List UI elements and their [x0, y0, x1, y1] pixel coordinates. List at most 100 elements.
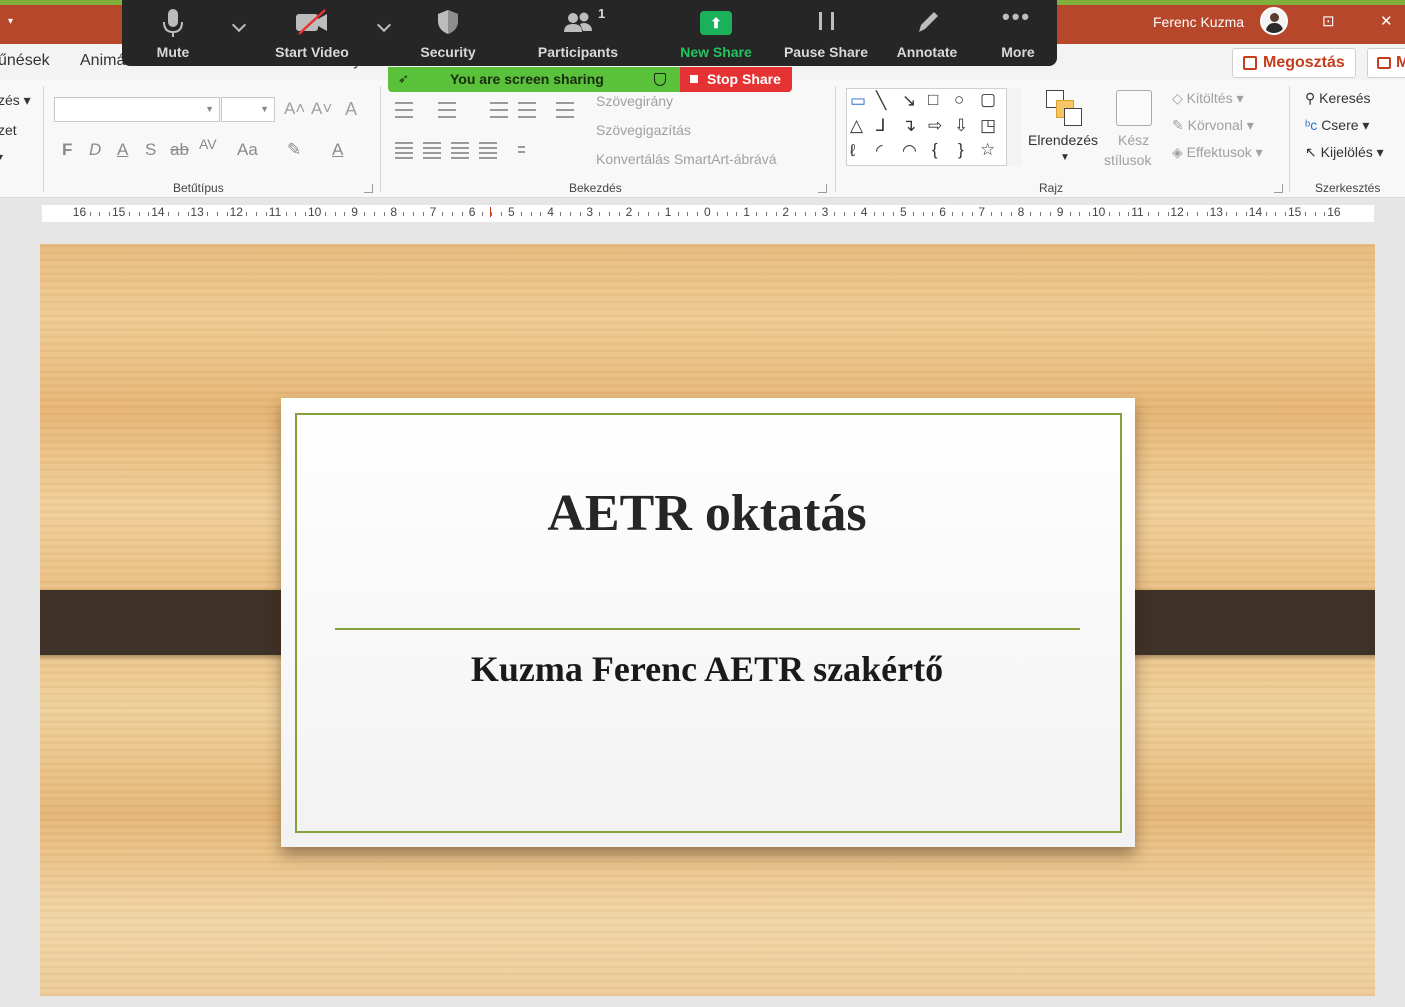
security-button[interactable]: Security: [407, 0, 489, 66]
avatar[interactable]: [1260, 7, 1288, 35]
shape-right-brace[interactable]: }: [958, 140, 964, 160]
stop-share-button[interactable]: Stop Share: [680, 67, 792, 92]
grow-font-button[interactable]: A˄: [284, 99, 305, 119]
text-direction-button[interactable]: Szövegirány: [596, 93, 673, 109]
annotate-button[interactable]: Annotate: [886, 0, 968, 66]
shape-fill-button[interactable]: ◇ Kitöltés ▾: [1172, 90, 1244, 107]
tab-transitions[interactable]: űnések: [0, 52, 50, 70]
close-icon[interactable]: ✕: [1380, 12, 1393, 30]
slide-canvas[interactable]: AETR oktatás Kuzma Ferenc AETR szakértő: [40, 244, 1375, 996]
shape-elbow-connector[interactable]: ⅃: [876, 116, 885, 136]
ruler-tick: [579, 212, 581, 216]
new-share-button[interactable]: ⬆ New Share: [668, 0, 764, 66]
change-case-button[interactable]: Aa: [237, 140, 258, 160]
columns-icon[interactable]: [516, 140, 538, 160]
ruler-tick: [1157, 212, 1159, 216]
ribbon-display-options-icon[interactable]: ⊡: [1322, 12, 1335, 30]
gallery-scrollbar[interactable]: [1006, 88, 1021, 166]
group-label-editing: Szerkesztés: [1315, 181, 1381, 195]
shape-oval[interactable]: ○: [954, 90, 964, 110]
align-left-icon[interactable]: [393, 140, 415, 160]
partial-reset-button[interactable]: zet: [0, 122, 17, 138]
align-right-icon[interactable]: [449, 140, 471, 160]
find-button[interactable]: ⚲ Keresés: [1305, 90, 1371, 107]
pause-share-button[interactable]: Pause Share: [776, 0, 876, 66]
convert-smartart-button[interactable]: Konvertálás SmartArt-ábrává: [596, 151, 777, 167]
decrease-indent-icon[interactable]: [488, 100, 510, 120]
participants-button[interactable]: 1 Participants: [528, 0, 628, 66]
shape-curve[interactable]: ◠: [902, 141, 917, 161]
shape-effects-button[interactable]: ◈ Effektusok ▾: [1172, 144, 1263, 161]
arrange-button[interactable]: Elrendezés: [1028, 132, 1098, 148]
shape-arc[interactable]: ◜: [876, 141, 883, 161]
align-text-button[interactable]: Szövegigazítás: [596, 122, 691, 138]
select-button[interactable]: ↖ Kijelölés ▾: [1305, 144, 1384, 161]
share-button[interactable]: Megosztás: [1232, 48, 1356, 78]
shapes-gallery[interactable]: ▭ ╲ ↘ □ ○ ▢ △ ⅃ ↴ ⇨ ⇩ ◳ ℓ ◜ ◠ { } ☆: [846, 88, 1021, 166]
partial-section-button[interactable]: ▾: [0, 152, 3, 163]
mute-options-chevron-icon[interactable]: [231, 17, 247, 33]
ruler-tick: [1275, 212, 1277, 216]
shape-textbox[interactable]: ▭: [850, 91, 866, 111]
shape-left-brace[interactable]: {: [932, 140, 938, 160]
increase-indent-icon[interactable]: [516, 100, 538, 120]
shape-rounded-rectangle[interactable]: ▢: [980, 90, 996, 110]
ruler-tick: [1148, 212, 1149, 216]
shape-line[interactable]: ╲: [876, 91, 886, 111]
quick-access-dropdown-icon[interactable]: ▾: [8, 16, 13, 27]
shape-snip-rectangle[interactable]: ◳: [980, 116, 996, 136]
ruler-tick: [1265, 212, 1267, 216]
line-spacing-icon[interactable]: [554, 100, 576, 120]
quick-styles-label-1[interactable]: Kész: [1118, 132, 1149, 148]
chevron-down-icon: ▼: [260, 104, 269, 114]
group-separator: [43, 86, 44, 192]
more-button[interactable]: ••• More: [978, 0, 1058, 66]
ruler-number: 8: [390, 205, 398, 219]
video-options-chevron-icon[interactable]: [376, 17, 392, 33]
underline-button[interactable]: A: [117, 140, 128, 160]
ruler-tick: [491, 212, 493, 216]
mute-button[interactable]: Mute: [132, 0, 214, 66]
text-shadow-button[interactable]: S: [145, 140, 156, 160]
shape-elbow-arrow[interactable]: ↴: [902, 116, 916, 136]
italic-button[interactable]: D: [89, 140, 101, 160]
character-spacing-button[interactable]: AV: [199, 136, 217, 152]
align-center-icon[interactable]: [421, 140, 443, 160]
shape-freeform[interactable]: ℓ: [850, 141, 856, 161]
screen-sharing-banner[interactable]: ➶ You are screen sharing: [388, 67, 680, 92]
numbering-icon[interactable]: [436, 100, 458, 120]
slide-title[interactable]: AETR oktatás: [281, 484, 1133, 543]
ruler-tick: [217, 212, 218, 216]
shape-arrow-line[interactable]: ↘: [902, 91, 916, 111]
start-video-button[interactable]: Start Video: [267, 0, 357, 66]
ruler-tick: [1167, 212, 1169, 216]
highlight-icon[interactable]: ✎: [287, 140, 301, 160]
dialog-launcher-icon[interactable]: [818, 184, 827, 193]
comments-button[interactable]: M: [1367, 48, 1405, 78]
shape-rectangle[interactable]: □: [928, 90, 938, 110]
dialog-launcher-icon[interactable]: [1274, 184, 1283, 193]
bold-button[interactable]: F: [62, 140, 72, 160]
partial-layout-button[interactable]: zés ▾: [0, 92, 31, 109]
font-size-field[interactable]: ▼: [221, 97, 275, 122]
shape-star[interactable]: ☆: [980, 140, 995, 160]
bullets-icon[interactable]: [393, 100, 415, 120]
quick-styles-label-2[interactable]: stílusok: [1104, 152, 1151, 168]
shape-outline-button[interactable]: ✎ Körvonal ▾: [1172, 117, 1254, 134]
pin-icon[interactable]: ➶: [398, 71, 409, 87]
font-color-button[interactable]: A: [332, 140, 343, 160]
justify-icon[interactable]: [477, 140, 499, 160]
replace-button[interactable]: ᵇc Csere ▾: [1305, 117, 1369, 134]
shape-triangle[interactable]: △: [850, 116, 863, 136]
shape-down-arrow[interactable]: ⇩: [954, 116, 968, 136]
user-name[interactable]: Ferenc Kuzma: [1153, 14, 1244, 30]
clear-formatting-button[interactable]: A: [345, 99, 357, 120]
font-name-field[interactable]: ▼: [54, 97, 220, 122]
more-dots-icon: •••: [1002, 4, 1032, 29]
strikethrough-button[interactable]: ab: [170, 140, 189, 160]
slide-subtitle[interactable]: Kuzma Ferenc AETR szakértő: [281, 648, 1133, 690]
dialog-launcher-icon[interactable]: [364, 184, 373, 193]
shape-right-arrow[interactable]: ⇨: [928, 116, 942, 136]
horizontal-ruler[interactable]: 16 15 14 13 12 11 10 9 8 7 6 5 4 3 2 1 0 1 2 3 4 5 6 7 8 9 10 11 12 1…: [42, 205, 1374, 222]
shrink-font-button[interactable]: A˅: [311, 99, 332, 119]
